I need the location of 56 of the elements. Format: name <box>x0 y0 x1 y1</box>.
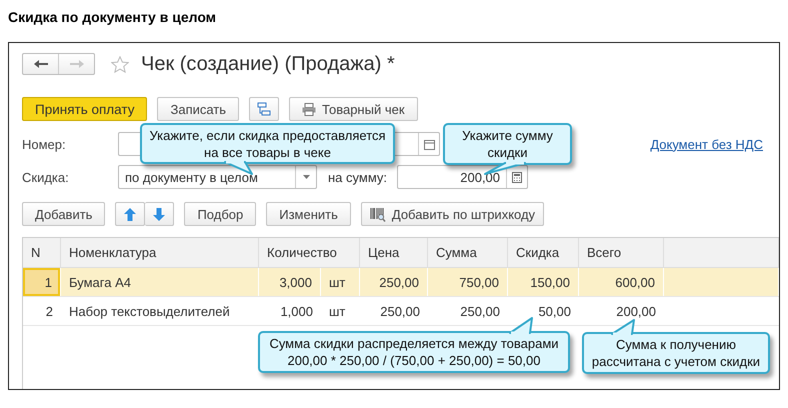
callout-pointer-tooltip <box>508 318 534 334</box>
structure-button[interactable] <box>249 97 280 121</box>
barcode-icon <box>370 206 386 222</box>
window-title: Чек (создание) (Продажа) * <box>141 52 395 76</box>
page-heading: Скидка по документу в целом <box>7 8 218 27</box>
toolbar-button[interactable]: Добавить <box>22 202 106 226</box>
accept-payment-button[interactable]: Принять оплату <box>22 97 148 121</box>
caret-icon <box>302 175 310 179</box>
column-header[interactable]: Цена <box>360 238 428 267</box>
callout-pointer-tooltip <box>223 162 254 175</box>
amount-field[interactable]: 200,00 <box>397 165 528 189</box>
table-cell-text: 250,00 <box>379 302 421 320</box>
table-cell: 1 <box>23 268 61 296</box>
discount-mode-select[interactable]: по документу в целом <box>118 165 317 189</box>
table-cell: шт <box>321 268 360 296</box>
table-cell-text: 200,00 <box>615 302 657 320</box>
table-cell: 750,00 <box>428 268 508 296</box>
table-cell: Бумага А4 <box>61 268 259 296</box>
move-down-button[interactable] <box>145 202 174 226</box>
barcode-button[interactable]: Добавить по штрихкоду <box>360 202 544 226</box>
printer-icon <box>302 102 316 116</box>
table-cell-text: 250,00 <box>459 302 501 320</box>
no-vat-link[interactable]: Документ без НДС <box>650 136 763 152</box>
table-cell-text: 1,000 <box>279 302 314 320</box>
column-header[interactable]: Количество <box>259 238 360 267</box>
table-cell-text: 50,00 <box>537 302 572 320</box>
calculator-icon <box>512 172 522 182</box>
table-cell: 600,00 <box>579 268 664 296</box>
column-header[interactable]: Сумма <box>428 238 508 267</box>
arrow-left-icon <box>34 60 48 68</box>
toolbar-button[interactable]: Записать <box>157 97 240 121</box>
table-cell: 3,000 <box>259 268 321 296</box>
structure-icon <box>257 102 272 116</box>
table-row[interactable]: 1 Бумага А4 3,000 шт 250,00 750,00 150,00 600,00 <box>23 268 779 297</box>
print-button[interactable]: Товарный чек <box>289 97 418 121</box>
column-header[interactable]: N <box>23 238 61 267</box>
column-header[interactable]: Скидка <box>508 238 579 267</box>
arrow-up-icon <box>124 208 136 220</box>
column-header[interactable]: Номенклатура <box>61 238 259 267</box>
calendar-icon <box>424 138 434 150</box>
field-label: Скидка: <box>22 170 70 184</box>
arrow-down-icon <box>153 208 166 220</box>
toolbar-button[interactable]: Изменить <box>266 202 351 226</box>
field-label: Номер: <box>22 136 67 152</box>
table-cell-text: 2 <box>44 302 54 320</box>
star-icon[interactable] <box>111 56 129 72</box>
move-up-button[interactable] <box>115 202 146 226</box>
arrow-right-icon <box>70 60 84 68</box>
callout-pointer-tooltip <box>610 320 636 335</box>
table-cell: 150,00 <box>508 268 579 296</box>
table-cell-text: Набор текстовыделителей <box>68 302 231 321</box>
field-label: на сумму: <box>328 170 388 184</box>
column-header[interactable]: Всего <box>579 238 664 267</box>
toolbar-button[interactable]: Подбор <box>184 202 256 226</box>
table-cell-text: шт <box>328 302 346 320</box>
table-cell: 250,00 <box>360 268 428 296</box>
